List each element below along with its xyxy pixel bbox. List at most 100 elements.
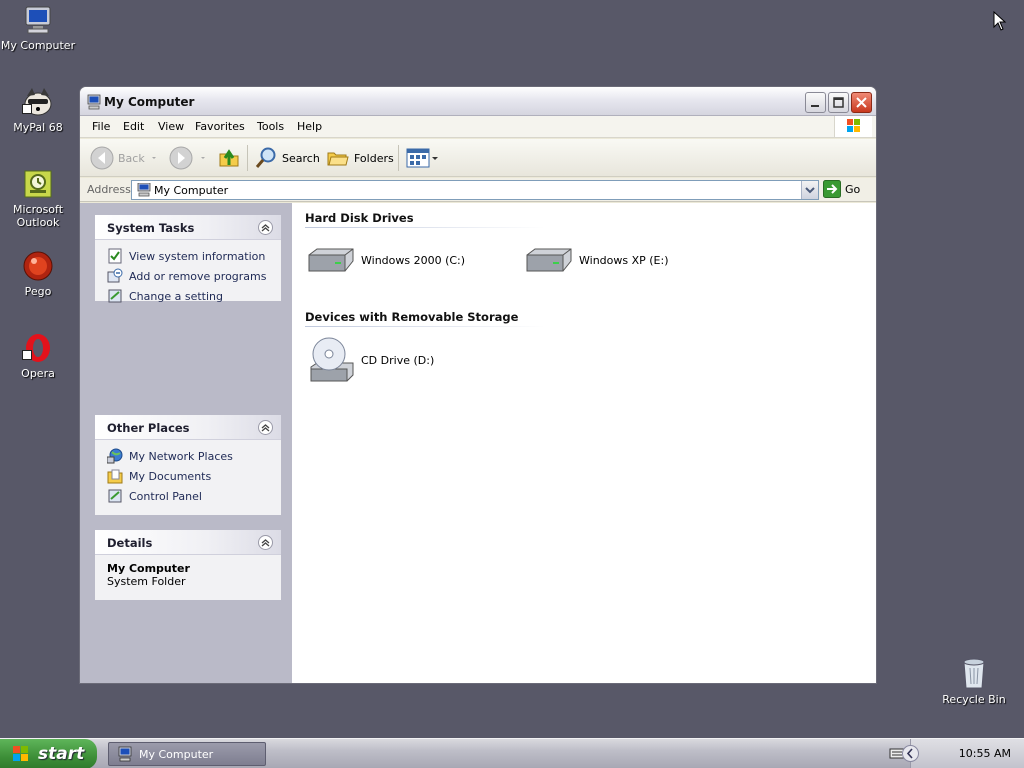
address-label: Address bbox=[87, 183, 131, 196]
my-computer-icon bbox=[25, 6, 51, 34]
place-control-panel[interactable]: Control Panel bbox=[107, 486, 281, 506]
my-documents-icon bbox=[107, 469, 123, 484]
drive-label: Windows 2000 (C:) bbox=[361, 253, 466, 267]
my-computer-icon bbox=[118, 746, 132, 762]
drive-label: CD Drive (D:) bbox=[361, 353, 435, 367]
system-tray: 10:55 AM bbox=[889, 739, 1024, 768]
start-button[interactable]: start bbox=[0, 739, 97, 768]
other-places-panel-body: Other Places My Network Places My Docume… bbox=[95, 415, 281, 515]
drive-e[interactable]: Windows XP (E:) bbox=[525, 245, 669, 275]
desktop-icon-label: Microsoft Outlook bbox=[12, 203, 64, 229]
my-computer-window: My Computer File Edit View Favorites Too… bbox=[79, 86, 877, 684]
desktop-icon-label: Pego bbox=[24, 285, 52, 298]
system-tasks-header[interactable]: System Tasks bbox=[95, 215, 281, 240]
desktop-icon-recycle-bin[interactable]: Recycle Bin bbox=[936, 656, 1012, 706]
task-view-system-info[interactable]: View system information bbox=[107, 246, 281, 266]
toolbar-separator bbox=[398, 145, 399, 171]
system-tasks-panel: System Tasks View system information Add… bbox=[95, 215, 281, 303]
menu-bar: File Edit View Favorites Tools Help bbox=[80, 116, 876, 138]
my-computer-icon bbox=[137, 183, 151, 197]
task-pane: System Tasks View system information Add… bbox=[80, 203, 292, 683]
place-my-network-places[interactable]: My Network Places bbox=[107, 446, 281, 466]
hard-drive-icon bbox=[526, 248, 572, 272]
dropdown-arrow-icon bbox=[432, 157, 438, 160]
maximize-button[interactable] bbox=[828, 92, 849, 113]
collapse-chevron-icon[interactable] bbox=[258, 420, 273, 435]
folders-icon bbox=[327, 152, 349, 166]
task-label: Change a setting bbox=[129, 289, 223, 303]
file-view: Hard Disk Drives Windows 2000 (C:) Windo… bbox=[292, 203, 876, 683]
desktop-icon-my-computer[interactable]: My Computer bbox=[0, 4, 76, 52]
up-folder-button[interactable] bbox=[217, 146, 241, 170]
back-button[interactable]: Back bbox=[90, 146, 157, 170]
drive-c[interactable]: Windows 2000 (C:) bbox=[307, 245, 465, 275]
taskbar-button-my-computer[interactable]: My Computer bbox=[108, 742, 266, 766]
menu-edit[interactable]: Edit bbox=[123, 120, 144, 133]
dropdown-arrow-icon bbox=[151, 157, 156, 159]
taskbar: start My Computer 10:55 AM bbox=[0, 738, 1024, 768]
task-label: View system information bbox=[129, 249, 266, 263]
place-my-documents[interactable]: My Documents bbox=[107, 466, 281, 486]
minimize-button[interactable] bbox=[805, 92, 826, 113]
search-icon bbox=[255, 147, 276, 168]
desktop-icon-label: Recycle Bin bbox=[942, 693, 1006, 706]
menu-tools[interactable]: Tools bbox=[257, 120, 284, 133]
outlook-icon bbox=[24, 170, 52, 198]
menu-view[interactable]: View bbox=[158, 120, 184, 133]
other-places-header[interactable]: Other Places bbox=[95, 415, 281, 440]
collapse-chevron-icon[interactable] bbox=[258, 535, 273, 550]
desktop-icon-mypal[interactable]: MyPal 68 bbox=[0, 86, 76, 134]
views-icon bbox=[406, 148, 430, 168]
start-label: start bbox=[38, 744, 85, 764]
task-label: Add or remove programs bbox=[129, 269, 267, 283]
desktop-icon-opera[interactable]: Opera bbox=[0, 332, 76, 380]
group-title-removable: Devices with Removable Storage bbox=[305, 310, 519, 324]
my-computer-icon bbox=[87, 94, 101, 110]
go-button[interactable]: Go bbox=[823, 180, 860, 198]
collapse-chevron-icon[interactable] bbox=[258, 220, 273, 235]
menu-help[interactable]: Help bbox=[297, 120, 322, 133]
group-divider bbox=[305, 227, 545, 228]
details-header[interactable]: Details bbox=[95, 530, 281, 555]
folders-label: Folders bbox=[354, 151, 394, 165]
window-title: My Computer bbox=[104, 95, 195, 109]
network-places-icon bbox=[107, 448, 123, 464]
task-add-remove-programs[interactable]: Add or remove programs bbox=[107, 266, 281, 286]
menu-favorites[interactable]: Favorites bbox=[195, 120, 245, 133]
dropdown-arrow-icon bbox=[201, 157, 205, 159]
show-hidden-icons-button[interactable] bbox=[902, 745, 919, 762]
address-value: My Computer bbox=[154, 184, 229, 197]
control-panel-icon bbox=[108, 489, 122, 503]
desktop-icon-pego[interactable]: Pego bbox=[0, 250, 76, 298]
windows-flag-icon bbox=[13, 746, 28, 761]
folders-button[interactable]: Folders bbox=[326, 146, 394, 170]
panel-title: Other Places bbox=[107, 421, 190, 435]
recycle-bin-icon bbox=[963, 658, 985, 689]
views-button[interactable] bbox=[406, 146, 440, 170]
clock[interactable]: 10:55 AM bbox=[959, 747, 1011, 760]
windows-flag-icon bbox=[847, 119, 860, 132]
mouse-cursor-icon bbox=[993, 11, 1007, 31]
go-arrow-icon bbox=[823, 180, 841, 198]
drive-d[interactable]: CD Drive (D:) bbox=[307, 335, 434, 385]
search-label: Search bbox=[282, 151, 320, 165]
group-divider bbox=[305, 326, 545, 327]
forward-button[interactable] bbox=[169, 146, 207, 170]
close-icon bbox=[856, 97, 867, 108]
task-change-setting[interactable]: Change a setting bbox=[107, 286, 281, 306]
desktop-icon-outlook[interactable]: Microsoft Outlook bbox=[0, 168, 76, 229]
address-input[interactable]: My Computer bbox=[131, 180, 819, 200]
search-button[interactable]: Search bbox=[254, 146, 320, 170]
desktop-icon-label: MyPal 68 bbox=[13, 121, 63, 134]
details-panel: Details My Computer System Folder bbox=[95, 530, 281, 600]
chevron-left-icon bbox=[906, 748, 913, 759]
title-bar[interactable]: My Computer bbox=[80, 87, 876, 116]
hard-drive-icon bbox=[308, 248, 354, 272]
shortcut-arrow-icon bbox=[22, 350, 32, 360]
system-info-icon bbox=[108, 248, 122, 264]
chevron-down-icon bbox=[805, 187, 815, 194]
menu-file[interactable]: File bbox=[92, 120, 110, 133]
place-label: My Documents bbox=[129, 469, 212, 483]
close-button[interactable] bbox=[851, 92, 872, 113]
address-dropdown-button[interactable] bbox=[801, 181, 818, 199]
